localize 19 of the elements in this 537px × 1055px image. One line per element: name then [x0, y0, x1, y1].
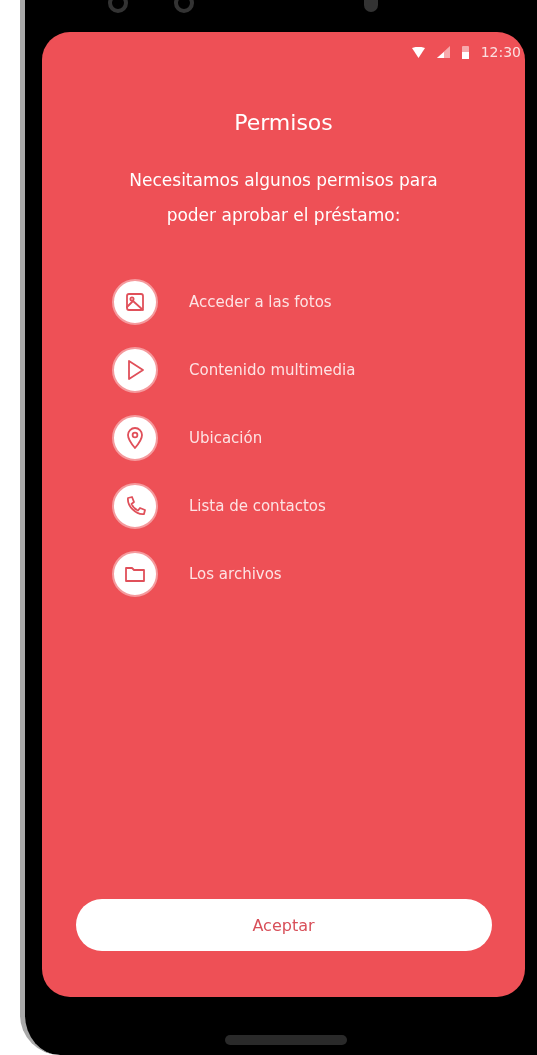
signal-icon: [436, 46, 450, 58]
page-title: Permisos: [234, 110, 333, 135]
status-time: 12:30: [480, 44, 521, 60]
accept-button[interactable]: Aceptar: [75, 899, 492, 951]
subtitle-text: Necesitamos algunos permisos para poder aprobar el préstamo:: [128, 169, 439, 227]
home-indicator[interactable]: [225, 1035, 347, 1045]
permission-label: Ubicación: [189, 429, 263, 447]
image-icon: [112, 279, 158, 325]
permission-label: Lista de contactos: [189, 497, 326, 515]
battery-icon: [461, 45, 469, 59]
phone-icon: [112, 483, 158, 529]
permission-label: Los archivos: [189, 565, 282, 583]
wifi-icon: [411, 46, 425, 58]
play-icon: [112, 347, 158, 393]
permission-label: Acceder a las fotos: [189, 293, 332, 311]
sensor-icon: [364, 0, 378, 12]
permission-label: Contenido multimedia: [189, 361, 356, 379]
location-pin-icon: [112, 415, 158, 461]
folder-icon: [112, 551, 158, 597]
